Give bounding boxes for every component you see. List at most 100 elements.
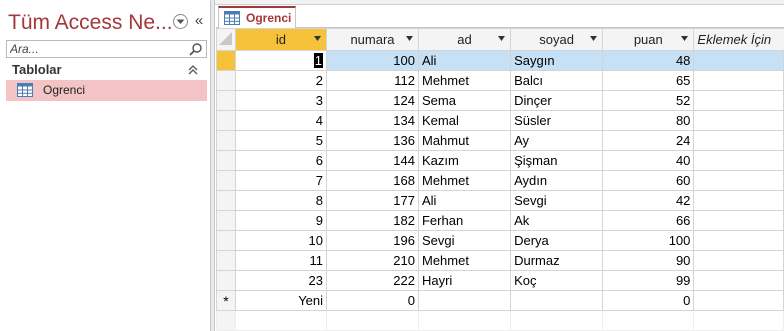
cell-add-field[interactable] [693, 50, 784, 71]
cell-ad[interactable]: Ferhan [417, 210, 512, 231]
new-cell-ad[interactable] [417, 290, 512, 311]
select-all-corner[interactable] [216, 28, 236, 51]
cell-add-field[interactable] [693, 130, 784, 151]
search-box[interactable] [6, 40, 207, 58]
new-cell-puan[interactable]: 0 [602, 290, 695, 311]
cell-soyad[interactable]: Ak [510, 210, 604, 231]
cell-ad[interactable]: Mehmet [417, 70, 512, 91]
cell-puan[interactable]: 42 [602, 190, 695, 211]
cell-id[interactable]: 9 [234, 210, 328, 231]
record-selector[interactable] [216, 110, 236, 131]
chevron-down-icon[interactable] [173, 14, 188, 29]
table-row[interactable]: 5 136 Mahmut Ay 24 [216, 130, 784, 151]
pane-splitter[interactable] [211, 0, 215, 331]
cell-id[interactable]: 2 [234, 70, 328, 91]
cell-soyad[interactable]: Süsler [510, 110, 604, 131]
cell-numara[interactable]: 144 [326, 150, 419, 171]
tab-ogrenci[interactable]: Ogrenci [218, 6, 296, 29]
cell-puan[interactable]: 60 [602, 170, 695, 191]
cell-numara[interactable]: 168 [326, 170, 419, 191]
cell-id[interactable]: 5 [234, 130, 328, 151]
record-selector[interactable] [216, 270, 236, 291]
record-selector[interactable] [216, 90, 236, 111]
dropdown-arrow-icon[interactable] [590, 36, 598, 41]
record-selector[interactable] [216, 210, 236, 231]
column-header-add-field[interactable]: Eklemek İçin [693, 28, 784, 51]
cell-numara[interactable]: 136 [326, 130, 419, 151]
dropdown-arrow-icon[interactable] [314, 36, 322, 41]
cell-add-field[interactable] [693, 190, 784, 211]
table-row[interactable]: 2 112 Mehmet Balcı 65 [216, 70, 784, 91]
cell-ad[interactable]: Sema [417, 90, 512, 111]
cell-numara[interactable]: 112 [326, 70, 419, 91]
cell-add-field[interactable] [693, 170, 784, 191]
cell-id[interactable]: 8 [234, 190, 328, 211]
table-row[interactable]: 4 134 Kemal Süsler 80 [216, 110, 784, 131]
cell-ad[interactable]: Kazım [417, 150, 512, 171]
cell-puan[interactable]: 80 [602, 110, 695, 131]
cell-numara[interactable]: 100 [326, 50, 419, 71]
cell-id[interactable]: 4 [234, 110, 328, 131]
record-selector[interactable] [216, 70, 236, 91]
cell-puan[interactable]: 65 [602, 70, 695, 91]
column-header-soyad[interactable]: soyad [510, 28, 604, 51]
cell-id[interactable]: 1 [234, 50, 328, 71]
cell-soyad[interactable]: Durmaz [510, 250, 604, 271]
dropdown-arrow-icon[interactable] [681, 36, 689, 41]
cell-puan[interactable]: 66 [602, 210, 695, 231]
cell-soyad[interactable]: Sevgi [510, 190, 604, 211]
cell-numara[interactable]: 182 [326, 210, 419, 231]
cell-puan[interactable]: 40 [602, 150, 695, 171]
new-record-row[interactable]: * Yeni 0 0 [216, 290, 784, 311]
collapse-pane-icon[interactable]: « [192, 12, 206, 30]
table-row[interactable]: 10 196 Sevgi Derya 100 [216, 230, 784, 251]
cell-ad[interactable]: Ali [417, 190, 512, 211]
table-row[interactable]: 11 210 Mehmet Durmaz 90 [216, 250, 784, 271]
cell-soyad[interactable]: Dinçer [510, 90, 604, 111]
cell-puan[interactable]: 24 [602, 130, 695, 151]
cell-numara[interactable]: 124 [326, 90, 419, 111]
cell-add-field[interactable] [693, 210, 784, 231]
dropdown-arrow-icon[interactable] [498, 36, 506, 41]
record-selector[interactable] [216, 190, 236, 211]
table-row[interactable]: 7 168 Mehmet Aydın 60 [216, 170, 784, 191]
cell-soyad[interactable]: Balcı [510, 70, 604, 91]
cell-id[interactable]: 23 [234, 270, 328, 291]
column-header-puan[interactable]: puan [602, 28, 695, 51]
table-row[interactable]: 3 124 Sema Dinçer 52 [216, 90, 784, 111]
new-record-marker[interactable]: * [216, 290, 236, 311]
cell-add-field[interactable] [693, 270, 784, 291]
cell-numara[interactable]: 196 [326, 230, 419, 251]
cell-ad[interactable]: Mahmut [417, 130, 512, 151]
new-cell-id[interactable]: Yeni [234, 290, 328, 311]
record-selector[interactable] [216, 250, 236, 271]
record-selector[interactable] [216, 150, 236, 171]
nav-item-ogrenci[interactable]: Ogrenci [6, 80, 207, 101]
cell-soyad[interactable]: Şişman [510, 150, 604, 171]
record-selector[interactable] [216, 130, 236, 151]
cell-puan[interactable]: 90 [602, 250, 695, 271]
cell-ad[interactable]: Sevgi [417, 230, 512, 251]
cell-soyad[interactable]: Ay [510, 130, 604, 151]
cell-soyad[interactable]: Aydın [510, 170, 604, 191]
table-row[interactable]: 8 177 Ali Sevgi 42 [216, 190, 784, 211]
cell-soyad[interactable]: Saygın [510, 50, 604, 71]
cell-numara[interactable]: 222 [326, 270, 419, 291]
cell-id[interactable]: 11 [234, 250, 328, 271]
table-row[interactable]: 1 100 Ali Saygın 48 [216, 50, 784, 71]
cell-add-field[interactable] [693, 230, 784, 251]
cell-soyad[interactable]: Derya [510, 230, 604, 251]
cell-add-field[interactable] [693, 90, 784, 111]
new-cell-numara[interactable]: 0 [326, 290, 419, 311]
cell-puan[interactable]: 99 [602, 270, 695, 291]
cell-numara[interactable]: 210 [326, 250, 419, 271]
column-header-ad[interactable]: ad [417, 28, 512, 51]
search-icon[interactable] [188, 42, 204, 57]
cell-ad[interactable]: Kemal [417, 110, 512, 131]
cell-ad[interactable]: Hayri [417, 270, 512, 291]
table-row[interactable]: 23 222 Hayri Koç 99 [216, 270, 784, 291]
cell-id[interactable]: 7 [234, 170, 328, 191]
cell-numara[interactable]: 177 [326, 190, 419, 211]
cell-add-field[interactable] [693, 70, 784, 91]
record-selector[interactable] [216, 170, 236, 191]
